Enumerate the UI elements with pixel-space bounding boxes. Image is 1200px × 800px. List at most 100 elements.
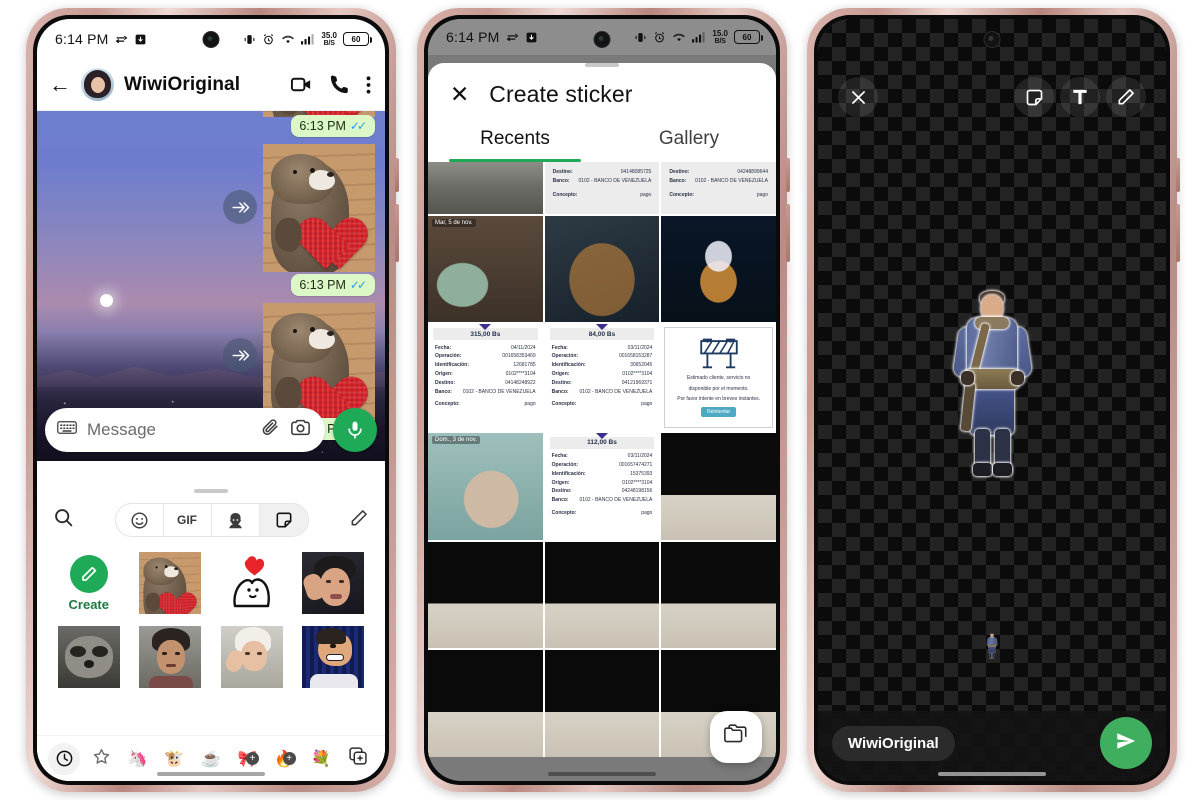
- list-item[interactable]: [133, 551, 209, 615]
- avatar-tab[interactable]: [212, 504, 260, 536]
- table-row: Fecha: 03/11/2024: [551, 344, 653, 351]
- emoji-tab[interactable]: [116, 504, 164, 536]
- gallery-item[interactable]: [661, 215, 776, 323]
- retry-button[interactable]: Reintentar: [701, 406, 737, 417]
- pencil-icon[interactable]: [1106, 77, 1146, 117]
- sticker-icon[interactable]: [1014, 77, 1054, 117]
- gallery-item[interactable]: [661, 432, 776, 540]
- phone-device-chat: 6:14 PM 35.0 B/S 60 ← WiwiOriginal 6:13 …: [26, 8, 399, 792]
- avatar[interactable]: [81, 68, 114, 101]
- arrow-left-icon[interactable]: ←: [49, 73, 71, 96]
- alarm-icon: [653, 31, 666, 44]
- tab-recents[interactable]: Recents: [428, 118, 602, 162]
- wifi-icon: [281, 33, 295, 46]
- list-item[interactable]: [214, 625, 290, 689]
- gallery-item[interactable]: [544, 541, 660, 649]
- gallery-item[interactable]: [661, 541, 776, 649]
- nav-gesture-pill: [157, 772, 265, 776]
- table-row: Identificación: 12681785: [435, 362, 536, 369]
- recipient-chip[interactable]: WiwiOriginal: [832, 725, 955, 761]
- forward-message-button[interactable]: [223, 190, 257, 224]
- pack-tab-5[interactable]: 🔥+: [267, 749, 302, 769]
- close-icon[interactable]: ✕: [450, 83, 469, 106]
- photo-date-label: Dom., 3 de nov.: [432, 435, 480, 444]
- front-camera-punchhole: [983, 31, 1001, 48]
- woman-facepalm-sticker[interactable]: [302, 552, 365, 614]
- message-input-container[interactable]: Message: [45, 408, 325, 452]
- voice-record-button[interactable]: [333, 408, 377, 452]
- sticker-tab[interactable]: [259, 504, 308, 536]
- gallery-grid[interactable]: Destino: 04148085725 Banco: 0102 - BANCO D…: [428, 162, 776, 757]
- character-sticker[interactable]: [952, 287, 1033, 477]
- list-item[interactable]: [133, 625, 209, 689]
- favorites-tab[interactable]: [84, 747, 119, 771]
- gallery-item[interactable]: 84,00 Bs Fecha: 03/11/2024 Operación: 0016…: [544, 324, 660, 431]
- nav-gesture-pill: [548, 772, 656, 776]
- table-row: Identificación: 30652045: [551, 362, 653, 369]
- girl-crying-sticker[interactable]: [220, 626, 283, 688]
- forward-message-button[interactable]: [223, 338, 257, 372]
- star-icon: [92, 747, 111, 771]
- add-pack-badge[interactable]: +: [282, 751, 296, 765]
- gallery-item[interactable]: [544, 650, 660, 757]
- pencil-icon[interactable]: [349, 508, 369, 533]
- pack-tab-2[interactable]: 🐮: [157, 749, 192, 769]
- gallery-item[interactable]: [544, 215, 660, 323]
- sticker-message-image[interactable]: [263, 144, 375, 272]
- paperclip-icon[interactable]: [261, 418, 280, 442]
- search-icon[interactable]: [53, 507, 74, 533]
- list-item[interactable]: [296, 551, 372, 615]
- add-pack-tab[interactable]: [340, 746, 375, 771]
- sheet-header: ✕ Create sticker: [428, 67, 776, 118]
- hand-heart-doodle-sticker[interactable]: [220, 552, 283, 614]
- cartoon-man-sticker[interactable]: [302, 626, 365, 688]
- sticker-grid: Create: [37, 545, 385, 689]
- raccoon-sticker[interactable]: [57, 626, 120, 688]
- woman-unimpressed-sticker[interactable]: [139, 626, 202, 688]
- receipt-screenshot: Destino: 04248899644 Banco: 0102 - BANCO D…: [661, 162, 776, 214]
- list-item[interactable]: [51, 625, 127, 689]
- tab-gallery[interactable]: Gallery: [602, 118, 776, 162]
- pencil-icon: [69, 554, 108, 593]
- message-input[interactable]: Message: [87, 420, 251, 440]
- pack-tab-3[interactable]: ☕: [194, 749, 229, 769]
- clock-icon: [48, 742, 81, 775]
- chat-message-list[interactable]: 6:13 PM ✓✓ 6:13 PM ✓✓ Message: [37, 111, 385, 461]
- gif-tab[interactable]: GIF: [164, 504, 212, 536]
- recents-tab[interactable]: [47, 742, 82, 775]
- list-item[interactable]: [296, 625, 372, 689]
- list-item[interactable]: [214, 551, 290, 615]
- gallery-item[interactable]: Estimado cliente, servicio no disponible…: [661, 324, 776, 431]
- camera-icon[interactable]: [290, 418, 311, 442]
- table-row: Concepto: pago: [435, 401, 536, 408]
- gallery-item[interactable]: [428, 162, 543, 214]
- gallery-item[interactable]: 112,00 Bs Fecha: 03/11/2024 Operación: 001…: [544, 432, 660, 540]
- create-sticker-button[interactable]: Create: [51, 551, 127, 615]
- pack-tab-4[interactable]: 🎀+: [230, 749, 265, 769]
- send-button[interactable]: [1100, 717, 1152, 769]
- add-pack-badge[interactable]: +: [246, 751, 260, 765]
- close-icon[interactable]: [838, 77, 878, 117]
- gallery-item[interactable]: Destino: 04148085725 Banco: 0102 - BANCO D…: [544, 162, 660, 214]
- pack-tab-1[interactable]: 🦄: [120, 749, 155, 769]
- gallery-item[interactable]: Destino: 04248899644 Banco: 0102 - BANCO D…: [661, 162, 776, 214]
- gallery-item[interactable]: Dom., 3 de nov.: [428, 432, 543, 540]
- phone-call-icon[interactable]: [329, 74, 350, 95]
- browse-folders-button[interactable]: [710, 711, 762, 763]
- overflow-menu-icon[interactable]: [366, 75, 371, 95]
- otter-heart-sticker[interactable]: [139, 552, 202, 614]
- gallery-item[interactable]: [428, 650, 543, 757]
- gallery-item[interactable]: Mar, 5 de nov.: [428, 215, 543, 323]
- message-timestamp: 6:13 PM ✓✓: [291, 274, 375, 296]
- gallery-item[interactable]: [428, 541, 543, 649]
- message-composer: Message: [37, 405, 385, 461]
- table-row: Concepto: pago: [669, 191, 768, 198]
- pack-tab-6[interactable]: 💐: [304, 749, 339, 769]
- keyboard-icon[interactable]: [57, 420, 77, 440]
- gallery-item[interactable]: 315,00 Bs Fecha: 04/11/2024 Operación: 001…: [428, 324, 543, 431]
- table-row: Banco: 0102 - BANCO DE VENEZUELA: [551, 388, 653, 395]
- video-call-icon[interactable]: [290, 73, 313, 96]
- chat-contact-name[interactable]: WiwiOriginal: [124, 74, 280, 96]
- sticker-pack-icon: 💐: [311, 750, 331, 768]
- text-tool-icon[interactable]: [1060, 77, 1100, 117]
